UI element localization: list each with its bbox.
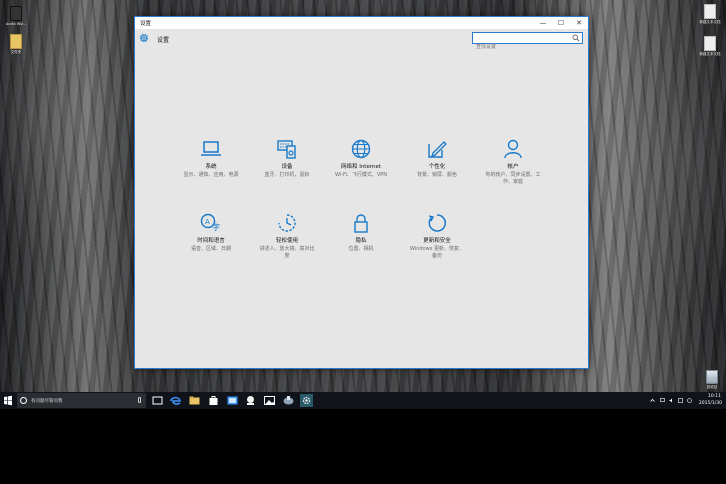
- desktop-icon-label: Audio Wiz...: [5, 22, 27, 26]
- category-description: 讲述人、放大镜、高对比度: [259, 246, 315, 259]
- settings-window: 设置 — ☐ ✕ 设置 查找设置 系统 显示、通知、应用、电源 设备 蓝牙、打印…: [134, 16, 589, 369]
- category-name: 个性化: [428, 164, 446, 170]
- update-icon: [428, 214, 446, 232]
- category-name: 网络和 Internet: [340, 164, 382, 170]
- category-description: 语音、区域、日期: [190, 246, 231, 252]
- clock-time[interactable]: 10:11: [708, 394, 721, 399]
- desktop-icon-label: 文件夹: [10, 50, 22, 54]
- photos-icon[interactable]: [263, 394, 276, 407]
- category-ease-of-access[interactable]: 轻松使用 讲述人、放大镜、高对比度: [259, 213, 315, 260]
- desktop-icon-label: 回收站: [706, 385, 718, 389]
- app-file-icon: [10, 6, 22, 21]
- desktop-icon[interactable]: 新建文本文档: [696, 36, 724, 57]
- search-box[interactable]: [472, 32, 583, 52]
- category-description: Windows 更新、恢复、备份: [410, 246, 464, 259]
- category-description: 位置、相机: [348, 246, 374, 252]
- text-file-icon: [704, 4, 716, 19]
- close-button[interactable]: ✕: [570, 17, 588, 29]
- category-description: 背景、锁屏、颜色: [416, 172, 457, 178]
- desktop-icon[interactable]: 新建文本文档: [696, 4, 724, 25]
- category-update-security[interactable]: 更新和安全 Windows 更新、恢复、备份: [409, 213, 465, 260]
- category-description: 显示、通知、应用、电源: [183, 172, 239, 178]
- settings-icon[interactable]: [300, 394, 313, 407]
- laptop-icon: [201, 141, 221, 156]
- input-method-icon[interactable]: [687, 398, 692, 403]
- desktop-icon[interactable]: Audio Wiz...: [2, 6, 30, 27]
- category-privacy[interactable]: 隐私 位置、相机: [333, 213, 389, 253]
- ease-of-access-icon: [278, 214, 296, 232]
- category-devices[interactable]: 设备 蓝牙、打印机、鼠标: [259, 139, 315, 179]
- pen-tablet-icon: [428, 141, 447, 158]
- task-view-icon[interactable]: [151, 394, 164, 407]
- start-button[interactable]: [0, 392, 16, 409]
- minimize-button[interactable]: —: [534, 17, 552, 29]
- category-personalization[interactable]: 个性化 背景、锁屏、颜色: [409, 139, 465, 179]
- clock-date[interactable]: 2015/1/30: [699, 401, 722, 406]
- edge-icon[interactable]: [169, 394, 182, 407]
- time-language-icon: A 字: [200, 213, 220, 232]
- text-file-icon: [704, 36, 716, 51]
- app-icon[interactable]: [244, 394, 257, 407]
- search-icon[interactable]: [572, 34, 580, 42]
- action-center-icon[interactable]: [678, 398, 683, 403]
- category-description: 蓝牙、打印机、鼠标: [264, 172, 310, 178]
- desktop-background: Audio Wiz... 文件夹 新建文本文档 新建文本文档 回收站 设置 — …: [0, 0, 726, 392]
- page-title: 设置: [157, 37, 170, 44]
- category-description: 你的帐户、同步设置、工作、家庭: [485, 172, 541, 185]
- taskbar-search-box[interactable]: 有问题尽管问我: [17, 393, 146, 408]
- app-icon[interactable]: [226, 394, 239, 407]
- settings-header: 设置: [135, 29, 588, 52]
- lock-icon: [354, 214, 368, 233]
- svg-text:字: 字: [212, 222, 220, 232]
- desktop-icon-label: 新建文本文档: [699, 52, 721, 56]
- category-name: 帐户: [507, 164, 519, 170]
- category-name: 时间和语言: [197, 238, 225, 244]
- maximize-button[interactable]: ☐: [552, 17, 570, 29]
- chevron-up-icon[interactable]: [650, 398, 655, 403]
- network-icon[interactable]: [660, 398, 665, 403]
- category-name: 隐私: [355, 238, 367, 244]
- recycle-bin-icon: [706, 370, 718, 384]
- window-title: 设置: [140, 21, 152, 27]
- cortana-icon: [20, 397, 27, 404]
- gear-icon: [139, 33, 149, 43]
- store-icon[interactable]: [207, 394, 220, 407]
- file-explorer-icon[interactable]: [188, 394, 201, 407]
- svg-text:A: A: [205, 218, 210, 226]
- category-name: 设备: [281, 164, 293, 170]
- category-accounts[interactable]: 帐户 你的帐户、同步设置、工作、家庭: [485, 139, 541, 186]
- category-network[interactable]: 网络和 Internet Wi-Fi、飞行模式、VPN: [333, 139, 389, 179]
- volume-icon[interactable]: [669, 398, 674, 403]
- category-name: 系统: [205, 164, 217, 170]
- keyboard-speaker-icon: [277, 140, 296, 159]
- desktop-icon[interactable]: 文件夹: [2, 34, 30, 55]
- category-description: Wi-Fi、飞行模式、VPN: [334, 172, 388, 178]
- folder-icon: [10, 34, 22, 49]
- title-bar[interactable]: 设置 — ☐ ✕: [135, 17, 588, 29]
- person-icon: [504, 139, 522, 159]
- globe-icon: [351, 139, 371, 159]
- category-time-language[interactable]: A 字 时间和语言 语音、区域、日期: [183, 213, 239, 253]
- search-input[interactable]: [473, 42, 571, 52]
- app-icon[interactable]: [282, 394, 295, 407]
- category-name: 更新和安全: [423, 238, 451, 244]
- taskbar: 有问题尽管问我 10:11 2015/1/30: [0, 392, 726, 409]
- category-name: 轻松使用: [275, 238, 298, 244]
- taskbar-search-placeholder: 有问题尽管问我: [31, 399, 63, 404]
- category-system[interactable]: 系统 显示、通知、应用、电源: [183, 139, 239, 179]
- system-tray: 10:11 2015/1/30: [646, 392, 726, 409]
- microphone-icon[interactable]: [138, 397, 141, 403]
- desktop-icon[interactable]: 回收站: [698, 370, 726, 390]
- desktop-icon-label: 新建文本文档: [699, 20, 721, 24]
